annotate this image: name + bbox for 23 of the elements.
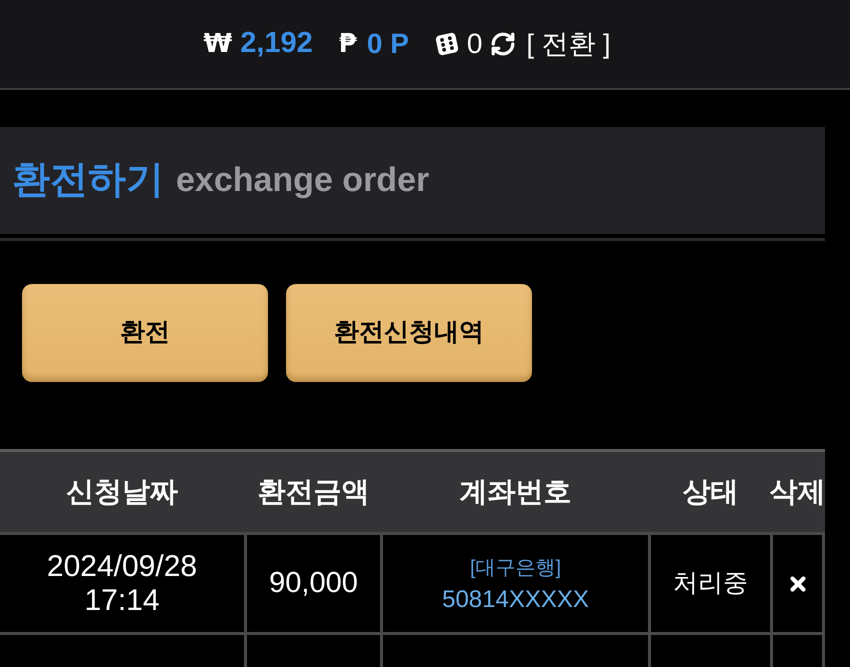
- action-button[interactable]: 환전신청내역: [286, 284, 532, 382]
- point-symbol: ₱: [338, 28, 357, 60]
- column-header: 환전금액: [258, 475, 370, 509]
- date-text: 2024/09/28: [46, 550, 198, 584]
- column-header: 계좌번호: [460, 475, 572, 509]
- column-header: 삭제: [770, 475, 826, 509]
- switch-link[interactable]: [ 전환 ]: [490, 24, 610, 64]
- account-number: 50814XXXXX: [442, 584, 589, 614]
- section-title: 환전하기: [12, 158, 164, 203]
- bank-name: [대구은행]: [470, 556, 562, 580]
- refresh-icon: [490, 31, 516, 57]
- dice-icon: [434, 32, 459, 56]
- table-cell: 90,000: [247, 535, 380, 632]
- cash-amount: 2,192: [240, 26, 313, 62]
- action-button[interactable]: 환전: [22, 284, 268, 382]
- column-header: 상태: [682, 475, 738, 509]
- section-subtitle: exchange order: [176, 160, 430, 201]
- column-header: 신청날짜: [66, 475, 178, 509]
- won-symbol: ₩: [204, 28, 232, 60]
- time-text: 17:14: [84, 584, 160, 618]
- dice-count: 0: [466, 27, 482, 61]
- point-amount: 0 P: [366, 27, 409, 61]
- table-cell: 처리중: [651, 535, 770, 632]
